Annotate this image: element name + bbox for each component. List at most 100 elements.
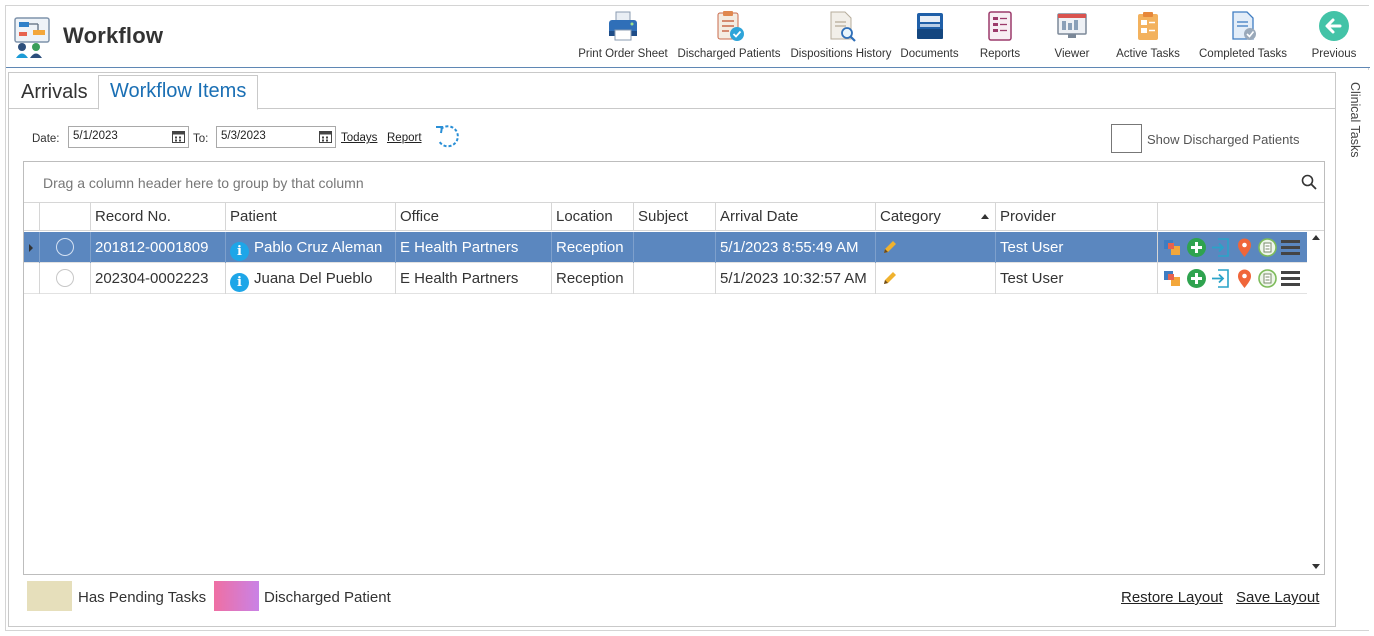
pencil-icon[interactable] [882,239,898,255]
search-icon[interactable] [1301,174,1317,190]
add-icon[interactable] [1186,268,1207,289]
workflow-logo-icon [14,17,50,58]
document-tray-icon [916,13,943,39]
discharged-patient-legend: Discharged Patient [264,589,391,606]
report-icon [988,11,1012,41]
location-pin-icon[interactable] [1234,237,1255,258]
column-header-patient[interactable]: Patient [225,203,395,231]
tab-workflow-items[interactable]: Workflow Items [98,75,259,110]
history-notes-icon[interactable] [1257,237,1278,258]
show-discharged-label: Show Discharged Patients [1147,132,1300,147]
location-pin-icon[interactable] [1234,268,1255,289]
vertical-scrollbar[interactable] [1308,232,1324,574]
filter-bar: Date: 5/1/2023 To: 5/3/2023 Todays Repor… [9,123,1335,155]
todays-link[interactable]: Todays [341,132,377,144]
patient-name: Juana Del Pueblo [254,270,373,287]
discharged-clipboard-icon [717,11,744,41]
discharged-patients-button[interactable]: Discharged Patients [676,8,782,66]
restore-layout-link[interactable]: Restore Layout [1121,589,1223,606]
history-notes-icon[interactable] [1257,268,1278,289]
active-tasks-label: Active Tasks [1116,48,1180,60]
patient-cell: i Pablo Cruz Aleman [225,232,395,263]
calendar-icon[interactable] [172,130,185,143]
clinical-tasks-tab[interactable]: Clinical Tasks [1348,82,1362,158]
grid-header: Record No. Patient Office Location Subje… [24,203,1324,231]
row-radio[interactable] [56,269,74,287]
subject-cell [633,263,715,294]
documents-button[interactable]: Documents [897,8,962,66]
category-cell [875,232,995,263]
to-label: To: [193,133,209,145]
main-panel: Arrivals Workflow Items Date: 5/1/2023 T… [8,72,1336,627]
column-header-subject[interactable]: Subject [633,203,715,231]
column-header-location[interactable]: Location [551,203,633,231]
patient-info-icon[interactable]: i [230,273,249,292]
location-cell: Reception [551,263,633,294]
report-link[interactable]: Report [387,132,422,144]
dispositions-history-button[interactable]: Dispositions History [787,8,895,66]
refresh-icon[interactable] [434,123,462,151]
reports-label: Reports [979,48,1021,60]
column-header-provider[interactable]: Provider [995,203,1157,231]
current-row-indicator-icon [29,244,33,252]
date-to-field[interactable]: 5/3/2023 [216,126,336,148]
active-tasks-button[interactable]: Active Tasks [1113,8,1183,66]
patient-info-icon[interactable]: i [230,242,249,261]
side-rail: Clinical Tasks [1339,70,1369,630]
actions-column-header [1157,203,1307,231]
calendar-icon[interactable] [319,130,332,143]
save-layout-link[interactable]: Save Layout [1236,589,1319,606]
scroll-up-arrow-icon[interactable] [1312,235,1320,240]
check-in-icon[interactable] [1210,268,1231,289]
row-actions [1157,263,1307,294]
tab-arrivals[interactable]: Arrivals [10,77,99,109]
patient-name: Pablo Cruz Aleman [254,239,383,256]
row-radio[interactable] [56,238,74,256]
table-row[interactable]: 202304-0002223 i Juana Del Pueblo E Healt… [24,263,1307,294]
completed-tasks-icon [1232,11,1256,40]
date-label: Date: [32,133,60,145]
reports-button[interactable]: Reports [974,8,1026,66]
table-row[interactable]: 201812-0001809 i Pablo Cruz Aleman E Heal… [24,232,1307,263]
row-select-cell[interactable] [39,263,90,294]
printer-icon [609,11,637,41]
office-cell: E Health Partners [395,232,551,263]
subject-cell [633,232,715,263]
active-tasks-icon [1138,12,1158,40]
tab-strip: Arrivals Workflow Items [9,73,1335,110]
pencil-icon[interactable] [882,270,898,286]
previous-button[interactable]: Previous [1308,8,1360,66]
group-hint: Drag a column header here to group by th… [43,175,364,191]
menu-icon[interactable] [1280,237,1301,258]
location-cell: Reception [551,232,633,263]
transfer-icon[interactable] [1162,237,1183,258]
transfer-icon[interactable] [1162,268,1183,289]
print-order-sheet-button[interactable]: Print Order Sheet [577,8,669,66]
row-select-cell[interactable] [39,232,90,263]
scroll-down-arrow-icon[interactable] [1312,564,1320,569]
date-to-value: 5/3/2023 [221,130,266,142]
completed-tasks-button[interactable]: Completed Tasks [1197,8,1289,66]
dispositions-history-label: Dispositions History [790,48,892,60]
previous-label: Previous [1311,48,1357,60]
show-discharged-checkbox[interactable] [1111,124,1142,153]
add-icon[interactable] [1186,237,1207,258]
discharged-patient-swatch [214,581,259,611]
monitor-viewer-icon [1057,13,1087,38]
column-header-arrival-date[interactable]: Arrival Date [715,203,875,231]
workflow-grid: Drag a column header here to group by th… [23,161,1325,575]
pending-tasks-legend: Has Pending Tasks [78,589,207,606]
column-header-category[interactable]: Category [875,203,995,231]
arrival-date-cell: 5/1/2023 8:55:49 AM [715,232,875,263]
date-from-field[interactable]: 5/1/2023 [68,126,189,148]
column-header-record-no[interactable]: Record No. [90,203,225,231]
record-no-cell: 202304-0002223 [90,263,225,294]
check-in-icon[interactable] [1210,237,1231,258]
group-panel[interactable]: Drag a column header here to group by th… [24,162,1324,203]
viewer-button[interactable]: Viewer [1048,8,1096,66]
record-no-cell: 201812-0001809 [90,232,225,263]
arrival-date-cell: 5/1/2023 10:32:57 AM [715,263,875,294]
menu-icon[interactable] [1280,268,1301,289]
sort-ascending-icon [981,214,989,219]
column-header-office[interactable]: Office [395,203,551,231]
